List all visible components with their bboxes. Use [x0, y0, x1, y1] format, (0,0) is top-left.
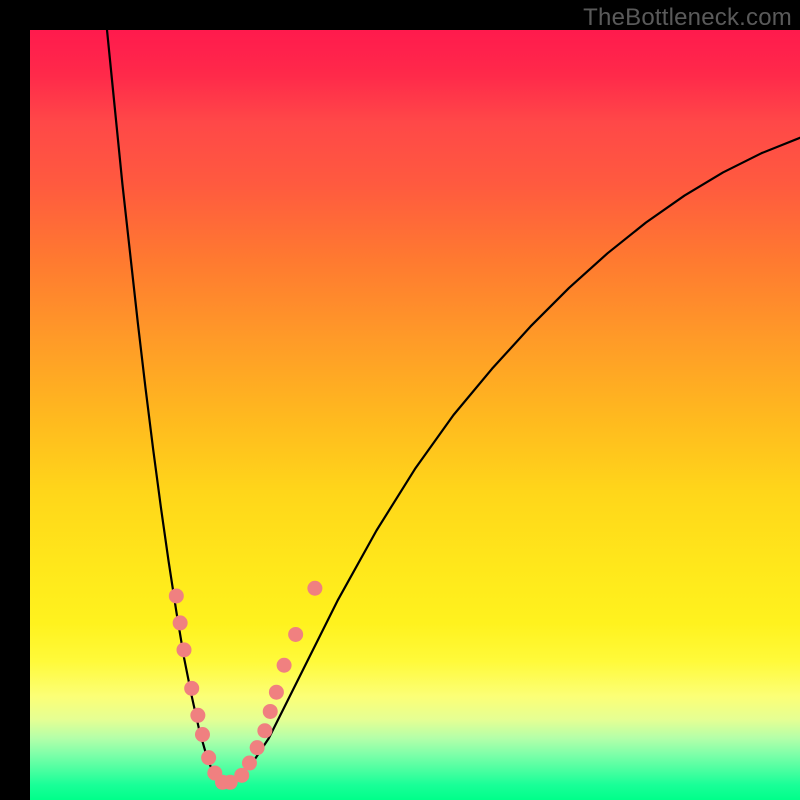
watermark-text: TheBottleneck.com [583, 4, 792, 32]
plot-gradient-background [30, 30, 800, 800]
chart-frame: TheBottleneck.com [0, 0, 800, 800]
